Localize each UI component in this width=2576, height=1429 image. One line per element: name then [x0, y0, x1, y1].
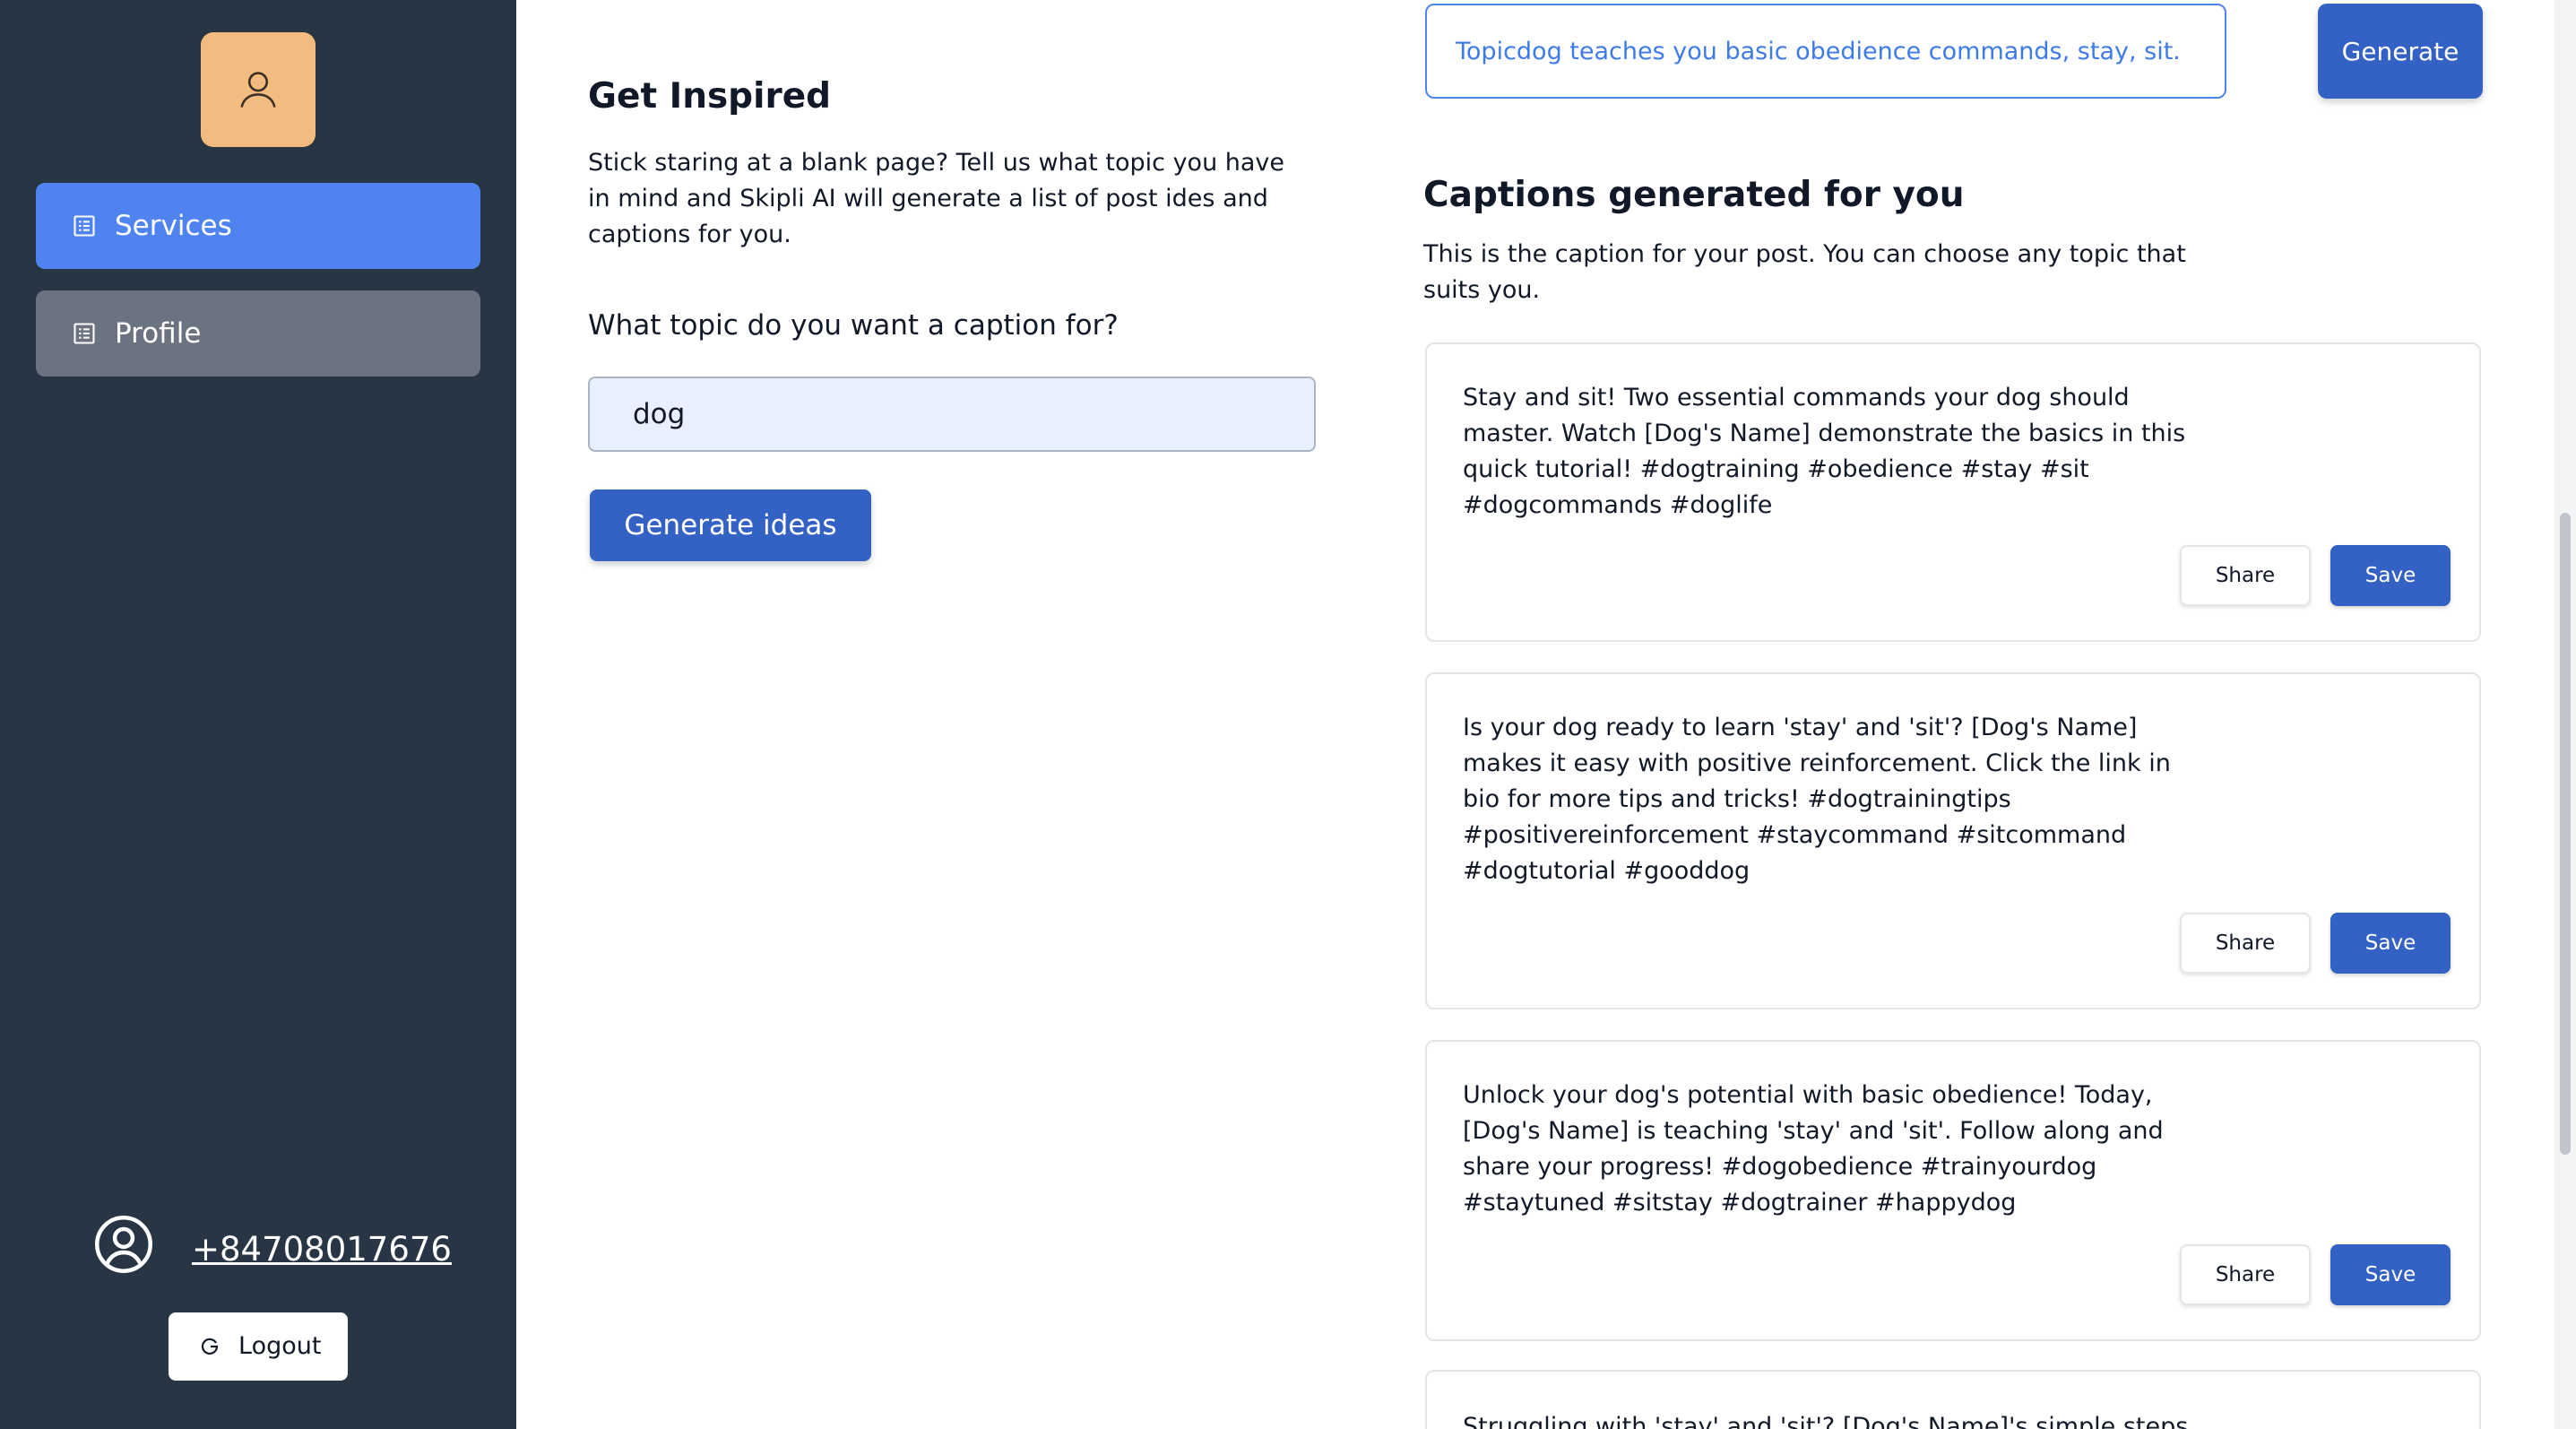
sidebar-item-services[interactable]: Services: [36, 183, 480, 269]
captions-subtitle: This is the caption for your post. You c…: [1423, 240, 2186, 304]
caption-card: Unlock your dog's potential with basic o…: [1425, 1040, 2481, 1341]
caption-text: Stay and sit! Two essential commands you…: [1463, 384, 2186, 519]
caption-text: Is your dog ready to learn 'stay' and 's…: [1463, 714, 2171, 885]
sidebar: Services Profile +84708017676 Logout: [0, 0, 516, 1429]
share-button[interactable]: Share: [2180, 1244, 2311, 1305]
prompt-input[interactable]: [1425, 4, 2226, 99]
sidebar-item-profile[interactable]: Profile: [36, 290, 480, 377]
generate-button[interactable]: Generate: [2318, 4, 2483, 99]
sidebar-item-label: Services: [115, 210, 232, 242]
list-icon: [73, 323, 95, 344]
scrollbar-thumb[interactable]: [2560, 513, 2571, 1155]
logout-icon: [201, 1338, 219, 1355]
avatar[interactable]: [201, 32, 316, 147]
save-button[interactable]: Save: [2330, 1244, 2451, 1305]
logout-label: Logout: [238, 1332, 322, 1360]
caption-card: Stay and sit! Two essential commands you…: [1425, 342, 2481, 642]
share-button[interactable]: Share: [2180, 545, 2311, 606]
inspire-intro: Stick staring at a blank page? Tell us w…: [588, 149, 1285, 248]
save-button[interactable]: Save: [2330, 913, 2451, 974]
phone-number-link[interactable]: +84708017676: [192, 1228, 452, 1271]
caption-text: Struggling with 'stay' and 'sit'? [Dog's…: [1463, 1413, 2189, 1429]
caption-card: Struggling with 'stay' and 'sit'? [Dog's…: [1425, 1370, 2481, 1429]
topic-input[interactable]: [588, 377, 1316, 452]
logout-button[interactable]: Logout: [169, 1312, 348, 1381]
caption-card: Is your dog ready to learn 'stay' and 's…: [1425, 672, 2481, 1009]
topic-question: What topic do you want a caption for?: [588, 309, 1119, 342]
user-circle-icon: [94, 1215, 153, 1274]
share-button[interactable]: Share: [2180, 913, 2311, 974]
inspire-heading: Get Inspired: [588, 76, 832, 117]
captions-title: Captions generated for you: [1423, 175, 1965, 215]
list-icon: [73, 215, 95, 237]
caption-text: Unlock your dog's potential with basic o…: [1463, 1081, 2164, 1217]
page-scrollbar[interactable]: [2554, 0, 2576, 1429]
generate-ideas-button[interactable]: Generate ideas: [590, 489, 871, 561]
sidebar-item-label: Profile: [115, 317, 202, 350]
save-button[interactable]: Save: [2330, 545, 2451, 606]
user-avatar-icon: [240, 72, 276, 108]
